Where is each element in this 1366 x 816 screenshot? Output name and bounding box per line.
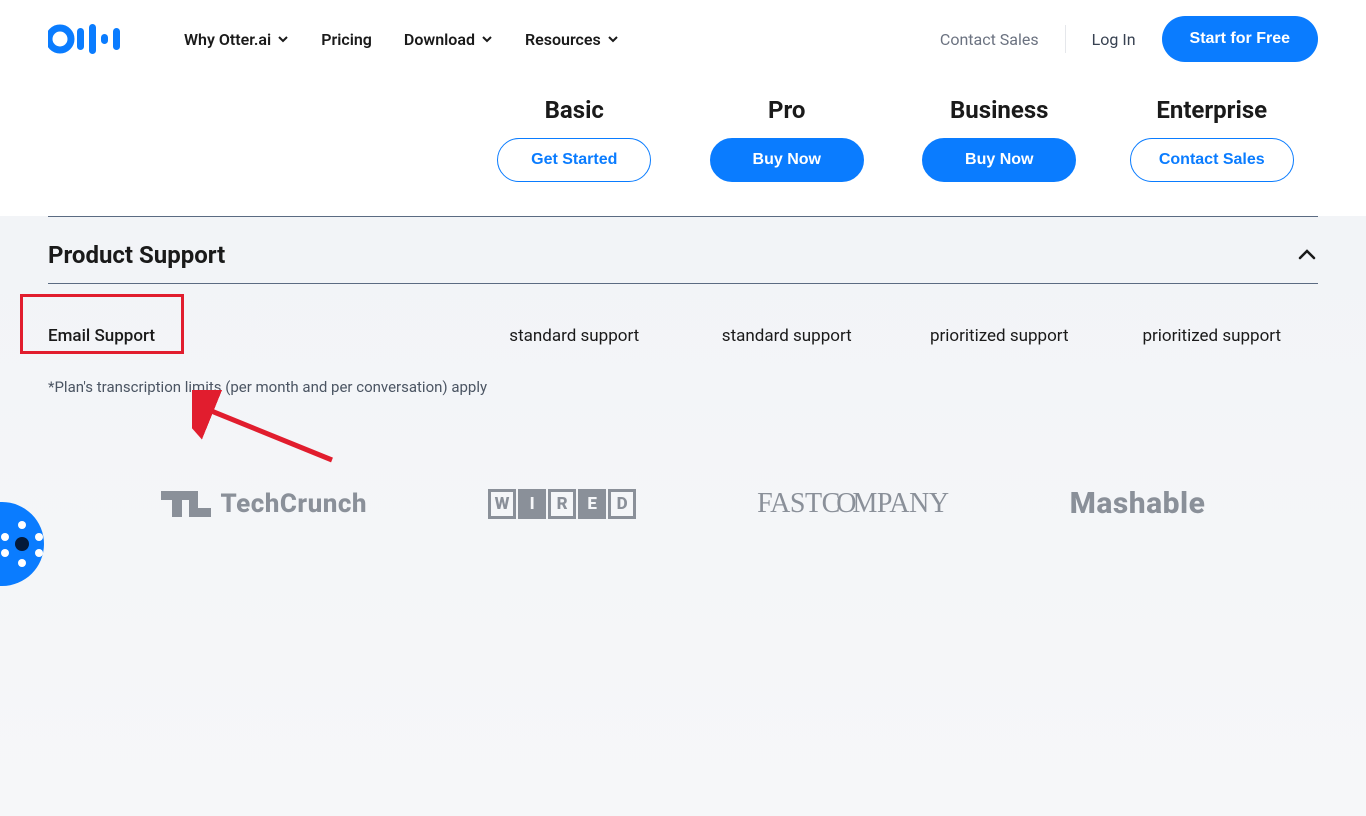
annotation-highlight [20, 294, 184, 354]
get-started-button[interactable]: Get Started [497, 138, 651, 182]
wired-letter: W [488, 489, 516, 519]
buy-now-button[interactable]: Buy Now [922, 138, 1076, 182]
value-basic: standard support [468, 326, 681, 346]
divider [1065, 25, 1066, 53]
fastco-part: C [822, 488, 837, 519]
header: Why Otter.ai Pricing Download Resources … [0, 0, 1366, 78]
plan-name: Basic [545, 96, 604, 124]
value-pro: standard support [681, 326, 894, 346]
plan-bar: Basic Get Started Pro Buy Now Best Value… [0, 78, 1366, 210]
buy-now-button[interactable]: Buy Now [710, 138, 864, 182]
nav-download[interactable]: Download [404, 30, 493, 49]
contact-sales-link[interactable]: Contact Sales [940, 30, 1039, 49]
feature-row-email-support: Email Support standard support standard … [48, 284, 1318, 374]
content: Product Support Email Support standard s… [0, 216, 1366, 816]
otter-logo[interactable] [48, 24, 128, 54]
plan-name: Enterprise [1156, 96, 1267, 124]
main-nav: Why Otter.ai Pricing Download Resources [184, 30, 940, 49]
wired-letter: R [548, 489, 576, 519]
section-product-support[interactable]: Product Support [48, 217, 1318, 283]
fastco-part: MPANY [852, 488, 948, 519]
plan-basic: Basic Get Started [468, 96, 681, 182]
press-mashable: Mashable [1070, 486, 1206, 521]
press-fastcompany: FASTCOMPANY [757, 488, 948, 520]
nav-label: Download [404, 30, 475, 49]
value-business: prioritized support [893, 326, 1106, 346]
plans: Basic Get Started Pro Buy Now Best Value… [468, 96, 1318, 182]
nav-label: Resources [525, 30, 601, 49]
header-right: Contact Sales Log In Start for Free [940, 16, 1318, 62]
wired-letter: E [578, 489, 606, 519]
login-link[interactable]: Log In [1092, 30, 1136, 49]
contact-sales-button[interactable]: Contact Sales [1130, 138, 1294, 182]
plan-pro: Pro Buy Now [681, 96, 894, 182]
chevron-down-icon [277, 33, 289, 45]
nav-pricing[interactable]: Pricing [321, 30, 372, 49]
nav-resources[interactable]: Resources [525, 30, 619, 49]
value-enterprise: prioritized support [1106, 326, 1319, 346]
chevron-down-icon [481, 33, 493, 45]
accessibility-icon [1, 523, 43, 565]
press-wired: WIRED [488, 489, 636, 519]
press-label: TechCrunch [221, 489, 367, 519]
press-logos: TechCrunch WIRED FASTCOMPANY Mashable [48, 486, 1318, 521]
nav-label: Pricing [321, 30, 372, 49]
plan-business: Best Value Business Buy Now [893, 96, 1106, 182]
footnote: *Plan's transcription limits (per month … [48, 374, 1318, 486]
fastco-part: O [836, 488, 852, 519]
wired-letter: I [518, 489, 546, 519]
plan-name: Business [950, 96, 1049, 124]
plan-spacer [48, 96, 468, 182]
chevron-down-icon [607, 33, 619, 45]
wired-letter: D [608, 489, 636, 519]
section-title: Product Support [48, 241, 225, 269]
nav-label: Why Otter.ai [184, 30, 271, 49]
plan-name: Pro [768, 96, 805, 124]
nav-why-otter[interactable]: Why Otter.ai [184, 30, 289, 49]
chevron-up-icon [1296, 244, 1318, 266]
press-techcrunch: TechCrunch [161, 489, 367, 519]
row-label-wrap: Email Support [48, 326, 468, 346]
fastco-part: FAST [757, 488, 821, 519]
start-free-button[interactable]: Start for Free [1162, 16, 1318, 62]
row-values: standard support standard support priori… [468, 326, 1318, 346]
plan-enterprise: Enterprise Contact Sales [1106, 96, 1319, 182]
